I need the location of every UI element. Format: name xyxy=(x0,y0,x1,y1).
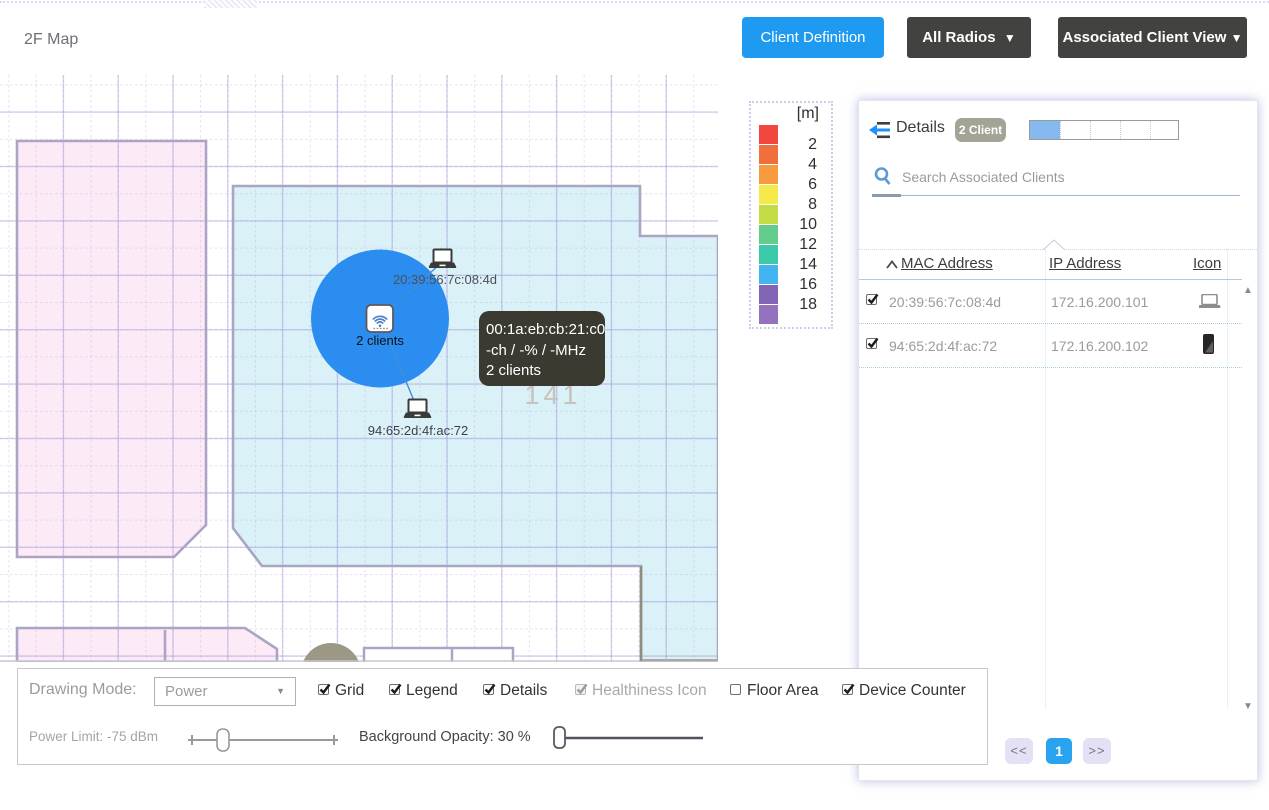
svg-text:-ch / -% / -MHz: -ch / -% / -MHz xyxy=(486,342,586,359)
svg-text:94:65:2d:4f:ac:72: 94:65:2d:4f:ac:72 xyxy=(368,423,468,438)
svg-text:20:39:56:7c:08:4d: 20:39:56:7c:08:4d xyxy=(393,272,497,287)
svg-text:00:1a:eb:cb:21:c0: 00:1a:eb:cb:21:c0 xyxy=(486,321,605,338)
svg-text:2 clients: 2 clients xyxy=(486,362,541,379)
svg-text:2 clients: 2 clients xyxy=(356,333,404,348)
